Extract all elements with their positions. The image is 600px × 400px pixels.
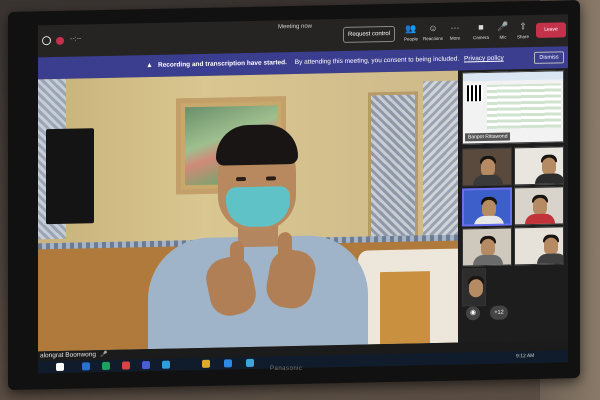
presenter-video [38, 70, 458, 352]
qr-code-icon [467, 85, 483, 102]
recording-dot-icon [56, 36, 64, 45]
participant-tile-active[interactable] [462, 187, 512, 227]
chrome-icon[interactable] [102, 361, 110, 371]
teams-icon[interactable] [142, 361, 150, 370]
reactions-icon: ☺ [428, 22, 438, 34]
window-title: Meeting now [278, 23, 313, 31]
tile-body [474, 215, 504, 227]
left-eye [236, 177, 246, 182]
more-button[interactable]: ··· More [444, 22, 466, 41]
search-icon[interactable] [82, 362, 90, 371]
app-icon[interactable] [122, 361, 130, 370]
people-icon: 👥 [405, 23, 417, 34]
reactions-button[interactable]: ☺ Reactions [422, 23, 444, 41]
spreadsheet-preview [487, 83, 561, 129]
people-button[interactable]: 👥 People [400, 23, 422, 41]
screen-share-tile[interactable]: Banpot Rittawond [462, 70, 564, 145]
start-icon[interactable] [56, 362, 64, 371]
tile-body [473, 174, 503, 187]
taskbar-clock: 9:12 AM [516, 352, 535, 360]
banner-headline: Recording and transcription have started… [158, 59, 287, 69]
overflow-row: ◉ +12 [462, 304, 564, 326]
presenter [138, 122, 378, 352]
mic-status-icon: 🎤 [100, 351, 108, 359]
request-control-button[interactable]: Request control [343, 25, 395, 43]
television: --:-- Meeting now Request control 👥 Peop… [8, 0, 580, 390]
avatar[interactable]: ◉ [466, 306, 480, 321]
tile-body [537, 253, 564, 266]
tile-face [469, 279, 483, 298]
tile-body [473, 254, 503, 267]
left-thumb [230, 241, 244, 270]
share-header [463, 71, 563, 82]
participant-gallery: Banpot Rittawond ◉ +12 [458, 68, 568, 343]
app-icon[interactable] [246, 358, 254, 368]
banner-body: By attending this meeting, you consent t… [294, 55, 460, 66]
share-button[interactable]: ⇧ Share [512, 21, 534, 39]
table-cloth [380, 271, 430, 345]
mic-icon: 🎤 [497, 21, 509, 32]
participant-tile[interactable] [462, 147, 512, 187]
participant-tile[interactable] [462, 267, 486, 307]
privacy-policy-link[interactable]: Privacy policy [464, 55, 504, 63]
tile-body [525, 213, 555, 226]
app-icon[interactable] [224, 359, 232, 368]
edge-icon[interactable] [162, 360, 170, 369]
more-icon: ··· [450, 22, 460, 33]
camera-icon: ■ [478, 22, 484, 33]
participant-tile[interactable] [514, 146, 564, 186]
tv-brand-logo: Panasonic [270, 366, 303, 372]
share-tile-name: Banpot Rittawond [465, 132, 511, 142]
participant-tile[interactable] [514, 226, 564, 266]
status-ring-icon [42, 36, 51, 46]
presenter-hair [216, 123, 298, 166]
overflow-count-badge[interactable]: +12 [490, 305, 508, 320]
folder-icon[interactable] [202, 359, 210, 368]
right-eye [266, 176, 276, 181]
leave-button[interactable]: Leave [536, 22, 566, 38]
tile-body [535, 173, 564, 186]
dismiss-button[interactable]: Dismiss [534, 51, 564, 64]
right-thumb [278, 232, 292, 261]
participant-tile[interactable] [514, 186, 564, 226]
photo-scene: --:-- Meeting now Request control 👥 Peop… [0, 0, 600, 400]
presenter-name: alongrat Boonwong [40, 351, 97, 360]
teams-window: --:-- Meeting now Request control 👥 Peop… [38, 14, 568, 374]
blue-shirt [148, 234, 368, 352]
warning-icon: ▲ [146, 61, 153, 70]
background-monitor [46, 128, 94, 225]
camera-button[interactable]: ■ Camera [470, 22, 492, 40]
share-icon: ⇧ [519, 21, 527, 32]
mic-button[interactable]: 🎤 Mic [492, 21, 514, 40]
meeting-timer: --:-- [70, 35, 82, 43]
participant-tile[interactable] [462, 227, 512, 267]
